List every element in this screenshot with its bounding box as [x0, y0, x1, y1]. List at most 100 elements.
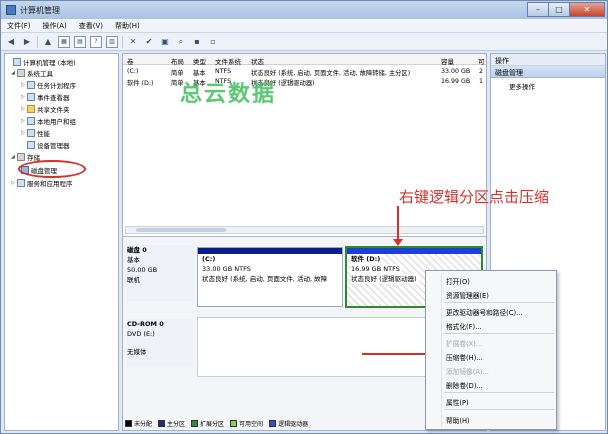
annotation-text: 右键逻辑分区点击压缩: [399, 188, 550, 206]
highlight-circle: [18, 160, 86, 178]
legend-label: 主分区: [167, 421, 186, 428]
title-bar[interactable]: 计算机管理 – □ ✕: [1, 1, 607, 19]
legend-swatch: [191, 420, 199, 427]
tree-item-label: 性能: [37, 129, 50, 138]
disk-type: 基本: [127, 256, 140, 264]
partition-status: 状态良好 (系统, 启动, 页面文件, 活动, 故障: [202, 275, 328, 283]
close-icon: ✕: [583, 5, 591, 14]
back-icon[interactable]: ◀: [5, 36, 17, 48]
computer-icon: [13, 57, 21, 66]
column-volume[interactable]: 卷: [127, 56, 134, 66]
tree-item-services-apps[interactable]: ▷ 服务和应用程序: [11, 177, 73, 188]
column-capacity[interactable]: 容量: [441, 56, 454, 66]
disk-title: CD-ROM 0: [127, 320, 164, 328]
navigation-tree: 计算机管理 (本地) ◢ 系统工具 ▷ 任务计划程序 ▷ 事件查看器 ▷ 共享文…: [4, 53, 119, 431]
menu-separator: [444, 409, 554, 410]
volume-capacity: 33.00 GB: [441, 68, 471, 75]
delete-icon[interactable]: ✕: [127, 36, 139, 48]
show-tree-icon[interactable]: ▦: [58, 35, 70, 48]
legend-logical: 逻辑驱动器: [269, 419, 308, 428]
menu-item-change-drive-letter[interactable]: 更改驱动器号和路径(C)...: [446, 307, 522, 317]
tree-item-label: 服务和应用程序: [27, 179, 73, 188]
tree-item-label: 系统工具: [27, 69, 53, 78]
menu-view[interactable]: 查看(V): [79, 21, 103, 31]
menu-file[interactable]: 文件(F): [7, 21, 31, 31]
partition-name: (C:): [202, 255, 216, 263]
column-status[interactable]: 状态: [251, 56, 264, 66]
column-type[interactable]: 类型: [193, 56, 206, 66]
logical-drive-bar: [347, 248, 481, 254]
check-icon[interactable]: ✔: [143, 36, 155, 48]
performance-icon: [27, 128, 35, 137]
properties-icon[interactable]: ▤: [74, 35, 86, 48]
menu-item-properties[interactable]: 属性(P): [446, 397, 469, 407]
toolbar-separator: [122, 35, 123, 48]
tree-item-label: 共享文件夹: [37, 105, 70, 114]
menu-item-format[interactable]: 格式化(F)...: [446, 321, 482, 331]
partition-c[interactable]: (C:) 33.00 GB NTFS 状态良好 (系统, 启动, 页面文件, 活…: [197, 247, 343, 307]
legend-label: 逻辑驱动器: [278, 421, 309, 428]
menu-item-open[interactable]: 打开(O): [446, 276, 470, 286]
menu-item-extend-volume: 扩展卷(X)...: [446, 340, 483, 348]
annotation-arrow-right: [362, 349, 439, 359]
actions-section-disk-management[interactable]: 磁盘管理: [491, 66, 605, 78]
column-free[interactable]: 可: [478, 56, 485, 66]
menu-item-shrink-volume[interactable]: 压缩卷(H)...: [446, 352, 483, 362]
menu-item-delete-volume[interactable]: 删除卷(D)...: [446, 380, 483, 390]
menu-item-explore[interactable]: 资源管理器(E): [446, 290, 489, 300]
tree-item-performance[interactable]: ▷ 性能: [21, 127, 50, 138]
tree-item-label: 事件查看器: [37, 93, 70, 102]
tree-item-system-tools[interactable]: ◢ 系统工具: [11, 67, 53, 78]
menu-bar: 文件(F) 操作(A) 查看(V) 帮助(H): [1, 19, 607, 33]
tree-item-task-scheduler[interactable]: ▷ 任务计划程序: [21, 79, 76, 90]
menu-separator: [444, 392, 554, 393]
search-folder-icon[interactable]: ⌕: [175, 36, 187, 48]
disk-0-label[interactable]: 磁盘 0 基本 50.00 GB 联机: [127, 245, 193, 301]
more-actions-item[interactable]: 更多操作: [491, 78, 605, 94]
volume-row[interactable]: (C:) 简单 基本 NTFS 状态良好 (系统, 启动, 页面文件, 活动, …: [123, 67, 486, 77]
tree-item-local-users[interactable]: ▷ 本地用户和组: [21, 115, 76, 126]
console-icon[interactable]: ▥: [106, 35, 118, 48]
tree-item-computer-management[interactable]: 计算机管理 (本地): [7, 56, 76, 67]
horizontal-scrollbar[interactable]: [125, 226, 484, 234]
menu-action[interactable]: 操作(A): [43, 21, 67, 31]
tree-item-device-manager[interactable]: 设备管理器: [27, 139, 70, 150]
forward-icon[interactable]: ▶: [21, 36, 33, 48]
legend-unallocated: 未分配: [125, 419, 152, 428]
disk-icon[interactable]: ▪: [191, 36, 203, 48]
storage-icon: [17, 152, 25, 161]
legend-swatch: [269, 420, 277, 427]
legend-extended: 扩展分区: [191, 419, 224, 428]
partition-name: 软件 (D:): [351, 254, 383, 264]
tree-item-label: 计算机管理 (本地): [23, 58, 76, 67]
column-filesystem[interactable]: 文件系统: [215, 56, 241, 66]
menu-help[interactable]: 帮助(H): [115, 21, 140, 31]
up-folder-icon[interactable]: ▲: [42, 36, 54, 48]
tree-item-event-viewer[interactable]: ▷ 事件查看器: [21, 91, 70, 102]
cdrom-0-label[interactable]: CD-ROM 0 DVD (E:) 无媒体: [127, 319, 193, 367]
volume-free: 1: [479, 78, 484, 85]
legend-primary: 主分区: [158, 419, 185, 428]
partition-legend: 未分配 主分区 扩展分区 可用空间 逻辑驱动器: [125, 419, 314, 428]
tree-item-label: 本地用户和组: [37, 117, 76, 126]
column-layout[interactable]: 布局: [171, 56, 184, 66]
help-icon[interactable]: ?: [90, 35, 102, 48]
tree-item-shared-folders[interactable]: ▷ 共享文件夹: [21, 103, 70, 114]
menu-separator: [444, 333, 554, 334]
menu-item-help[interactable]: 帮助(H): [446, 415, 470, 425]
disk-title: 磁盘 0: [127, 246, 147, 254]
view-icon[interactable]: ▫: [207, 36, 219, 48]
scrollbar-thumb[interactable]: [136, 228, 226, 232]
tree-item-label: 设备管理器: [37, 141, 70, 150]
volume-row[interactable]: 软件 (D:) 简单 基本 NTFS 状态良好 (逻辑驱动器) 16.99 GB…: [123, 77, 486, 87]
primary-partition-bar: [198, 248, 342, 254]
menu-separator: [444, 302, 554, 303]
minimize-button[interactable]: –: [527, 2, 549, 17]
open-folder-icon[interactable]: ▣: [159, 36, 171, 48]
close-button[interactable]: ✕: [569, 2, 605, 17]
users-icon: [27, 116, 35, 125]
legend-label: 未分配: [134, 421, 153, 428]
maximize-button[interactable]: □: [548, 2, 570, 17]
context-menu-gutter: [441, 273, 442, 427]
